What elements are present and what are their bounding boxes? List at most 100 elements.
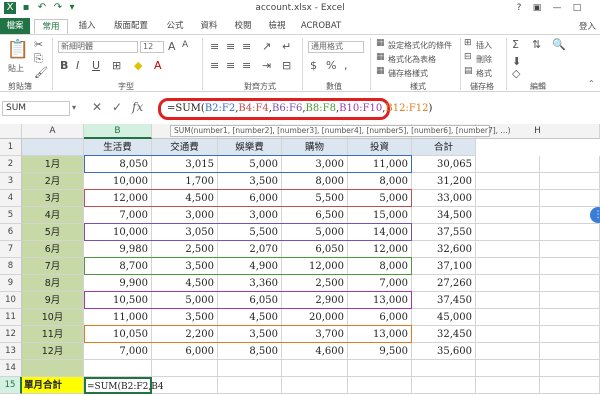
empty-cell[interactable] (476, 173, 540, 190)
month-label-cell[interactable]: 4月 (22, 207, 84, 224)
ribbon-display-button[interactable]: ▣ (530, 2, 544, 14)
month-label-cell[interactable]: 10月 (22, 309, 84, 326)
comma-style-icon[interactable]: , (344, 59, 348, 72)
month-label-cell[interactable]: 2月 (22, 173, 84, 190)
insert-function-icon[interactable]: fx (132, 100, 143, 114)
empty-cell[interactable] (476, 343, 540, 360)
font-color-icon[interactable]: A (154, 59, 162, 72)
data-cell[interactable]: 5,500 (282, 190, 348, 207)
empty-cell[interactable] (476, 156, 540, 173)
empty-cell[interactable] (540, 156, 600, 173)
month-label-cell[interactable]: 11月 (22, 326, 84, 343)
data-cell[interactable]: 8,050 (84, 156, 152, 173)
cut-icon[interactable]: ✂ (34, 38, 43, 51)
data-cell[interactable]: 10,050 (84, 326, 152, 343)
orientation-icon[interactable]: ↗ (262, 40, 271, 53)
month-label-cell[interactable]: 12月 (22, 343, 84, 360)
data-cell[interactable]: 3,360 (218, 275, 282, 292)
merge-center-icon[interactable]: ⊟ (282, 59, 291, 72)
empty-cell[interactable] (476, 190, 540, 207)
data-cell[interactable]: 3,050 (152, 224, 218, 241)
column-header-a[interactable]: A (22, 124, 84, 139)
data-cell[interactable]: 5,000 (218, 156, 282, 173)
row-header-10[interactable]: 10 (0, 292, 22, 309)
format-cells-button[interactable]: 格式 (476, 68, 492, 79)
empty-cell[interactable] (218, 360, 282, 377)
empty-cell[interactable] (348, 360, 412, 377)
data-cell[interactable]: 8,700 (84, 258, 152, 275)
data-cell[interactable]: 3,000 (282, 156, 348, 173)
data-cell[interactable]: 27,260 (412, 275, 476, 292)
align-left-icon[interactable]: ≡ (210, 59, 219, 72)
data-cell[interactable]: 3,500 (218, 326, 282, 343)
data-cell[interactable]: 9,500 (348, 343, 412, 360)
row-header-12[interactable]: 12 (0, 326, 22, 343)
sort-filter-icon[interactable]: ⇅ (532, 38, 541, 51)
cell-styles-button[interactable]: 儲存格樣式 (388, 68, 428, 79)
wrap-text-icon[interactable]: ↵ (282, 40, 291, 53)
percent-icon[interactable]: % (326, 59, 336, 72)
empty-cell[interactable] (540, 343, 600, 360)
empty-cell[interactable] (540, 275, 600, 292)
empty-cell[interactable] (476, 292, 540, 309)
empty-cell[interactable] (476, 377, 540, 394)
empty-cell[interactable] (152, 377, 218, 394)
data-cell[interactable]: 2,900 (282, 292, 348, 309)
select-all-corner[interactable] (0, 124, 22, 139)
autosum-icon[interactable]: Σ (512, 38, 519, 51)
formula-input[interactable]: =SUM(B2:F2,B4:F4,B6:F6,B8:F8,B10:F10,B12… (158, 98, 432, 120)
data-cell[interactable]: 5,000 (282, 224, 348, 241)
empty-cell[interactable] (540, 292, 600, 309)
data-cell[interactable]: 34,500 (412, 207, 476, 224)
month-label-cell[interactable]: 5月 (22, 224, 84, 241)
row-header-5[interactable]: 5 (0, 207, 22, 224)
data-cell[interactable]: 3,000 (218, 207, 282, 224)
empty-cell[interactable] (152, 360, 218, 377)
cell-styles-icon[interactable]: ▦ (376, 66, 385, 76)
row-header-3[interactable]: 3 (0, 173, 22, 190)
total-label-cell[interactable]: 單月合計 (22, 377, 84, 394)
empty-cell[interactable] (282, 377, 348, 394)
data-cell[interactable]: 14,000 (348, 224, 412, 241)
align-top-icon[interactable]: ≡ (210, 40, 219, 53)
underline-icon[interactable]: U (92, 59, 100, 72)
delete-cells-icon[interactable]: ⊟ (464, 52, 472, 62)
number-format-select[interactable]: 通用格式 (308, 41, 364, 53)
row-header-13[interactable]: 13 (0, 343, 22, 360)
row-header-4[interactable]: 4 (0, 190, 22, 207)
data-cell[interactable]: 7,000 (84, 343, 152, 360)
column-label-cell[interactable]: 生活費 (84, 139, 152, 156)
data-cell[interactable]: 2,500 (152, 241, 218, 258)
data-cell[interactable]: 3,700 (282, 326, 348, 343)
data-cell[interactable]: 8,500 (218, 343, 282, 360)
empty-cell[interactable] (540, 360, 600, 377)
column-label-cell[interactable]: 購物 (282, 139, 348, 156)
data-cell[interactable]: 3,500 (152, 258, 218, 275)
undo-icon[interactable]: ↶ (36, 2, 48, 14)
grow-font-icon[interactable]: A (168, 40, 176, 53)
data-cell[interactable]: 10,000 (84, 224, 152, 241)
conditional-format-icon[interactable]: ▦ (376, 38, 385, 48)
maximize-button[interactable]: □ (570, 2, 584, 14)
empty-cell[interactable] (282, 360, 348, 377)
empty-cell[interactable] (540, 326, 600, 343)
empty-cell[interactable] (540, 241, 600, 258)
borders-icon[interactable]: ⊞ (112, 59, 121, 72)
data-cell[interactable]: 5,000 (348, 190, 412, 207)
data-cell[interactable]: 2,070 (218, 241, 282, 258)
data-cell[interactable]: 37,100 (412, 258, 476, 275)
data-cell[interactable]: 11,000 (84, 309, 152, 326)
row-header-14[interactable]: 14 (0, 360, 22, 377)
collapse-ribbon-icon[interactable]: ⌃ (588, 79, 595, 88)
empty-cell[interactable] (540, 224, 600, 241)
insert-cells-button[interactable]: 插入 (476, 40, 492, 51)
format-cells-icon[interactable]: ▤ (464, 66, 473, 76)
empty-cell[interactable] (412, 360, 476, 377)
bold-icon[interactable]: B (60, 59, 68, 72)
data-cell[interactable]: 10,000 (84, 173, 152, 190)
data-cell[interactable]: 30,065 (412, 156, 476, 173)
empty-cell[interactable] (412, 377, 476, 394)
italic-icon[interactable]: I (76, 59, 79, 72)
data-cell[interactable]: 4,900 (218, 258, 282, 275)
data-cell[interactable]: 6,050 (282, 241, 348, 258)
